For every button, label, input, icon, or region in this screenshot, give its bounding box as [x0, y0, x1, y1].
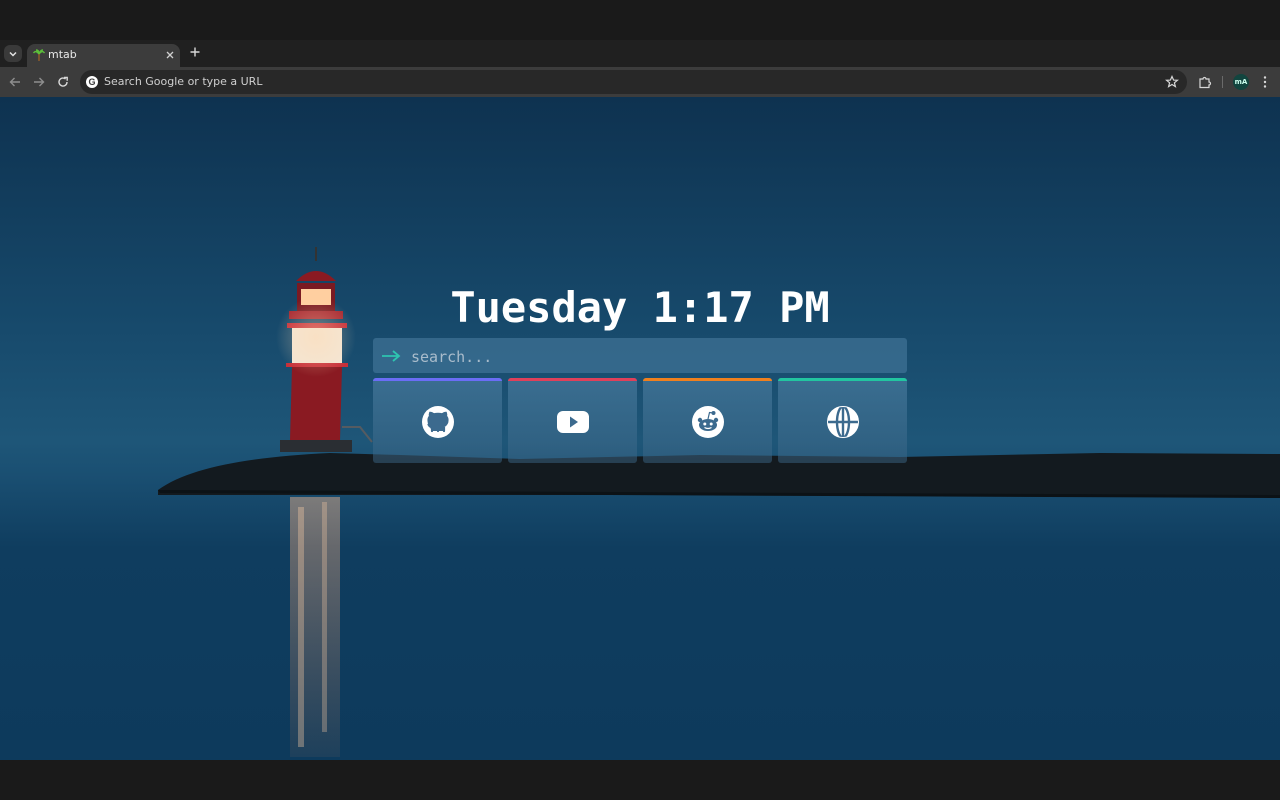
- window-bottom-band: [0, 760, 1280, 800]
- reddit-icon: [692, 406, 724, 438]
- new-tab-page: Tuesday 1:17 PM: [0, 97, 1280, 760]
- chevron-down-icon: [9, 51, 17, 57]
- link-accent: [373, 378, 502, 381]
- window-top-band: [0, 0, 1280, 40]
- link-tile-web[interactable]: [778, 378, 907, 463]
- profile-avatar[interactable]: mA: [1233, 74, 1249, 90]
- google-g-icon: G: [86, 76, 98, 88]
- globe-icon: [827, 405, 859, 439]
- tab-title: mtab: [48, 48, 77, 61]
- github-icon: [422, 406, 454, 438]
- forward-arrow-icon[interactable]: [32, 75, 46, 89]
- bookmark-star-icon[interactable]: [1165, 75, 1179, 89]
- tab-search-button[interactable]: [4, 45, 22, 62]
- tab-mtab[interactable]: mtab: [27, 44, 180, 67]
- link-accent: [508, 378, 637, 381]
- close-icon[interactable]: [164, 49, 176, 61]
- new-tab-plus-icon[interactable]: [188, 45, 202, 59]
- clock-day: Tuesday: [450, 283, 628, 332]
- toolbar-divider: [1222, 76, 1223, 88]
- kebab-menu-icon[interactable]: [1258, 75, 1272, 89]
- svg-text:G: G: [88, 77, 95, 87]
- clock-time: 1:17 PM: [652, 283, 830, 332]
- link-tile-github[interactable]: [373, 378, 502, 463]
- back-arrow-icon[interactable]: [8, 75, 22, 89]
- search-input[interactable]: [409, 338, 893, 375]
- palm-tree-icon: [33, 49, 45, 61]
- reload-icon[interactable]: [56, 75, 70, 89]
- youtube-icon: [557, 411, 589, 433]
- link-tile-reddit[interactable]: [643, 378, 772, 463]
- arrow-right-icon: [382, 350, 401, 362]
- omnibox[interactable]: G Search Google or type a URL: [80, 70, 1187, 94]
- clock-display: Tuesday 1:17 PM: [373, 283, 907, 332]
- extensions-puzzle-icon[interactable]: [1198, 75, 1212, 89]
- quick-links: [373, 378, 907, 463]
- omnibox-placeholder: Search Google or type a URL: [104, 75, 263, 88]
- link-accent: [643, 378, 772, 381]
- link-accent: [778, 378, 907, 381]
- link-tile-youtube[interactable]: [508, 378, 637, 463]
- toolbar: G Search Google or type a URL mA: [0, 67, 1280, 97]
- search-bar[interactable]: [373, 338, 907, 375]
